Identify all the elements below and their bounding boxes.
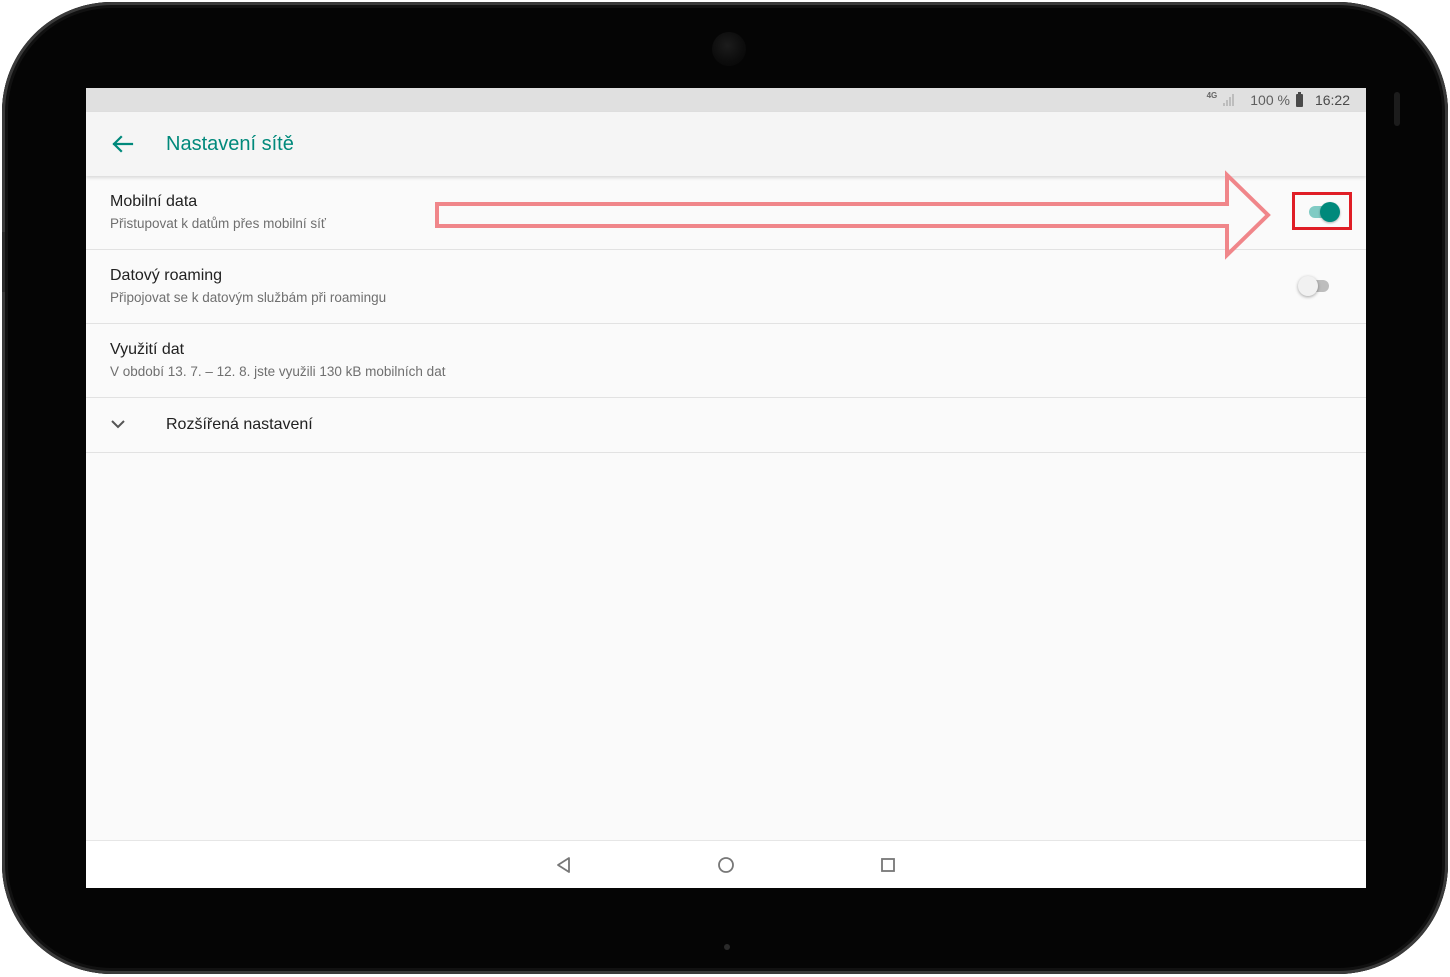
side-button <box>1394 92 1400 126</box>
advanced-settings[interactable]: Rozšířená nastavení <box>86 398 1366 453</box>
setting-summary: Připojovat se k datovým službám při roam… <box>110 290 387 305</box>
setting-title: Datový roaming <box>110 267 223 284</box>
setting-title: Mobilní data <box>110 193 198 210</box>
setting-summary: V období 13. 7. – 12. 8. jste využili 13… <box>110 364 446 379</box>
clock: 16:22 <box>1314 92 1350 108</box>
chevron-down-icon <box>111 420 125 429</box>
nav-home-icon[interactable] <box>714 853 738 877</box>
setting-data-usage[interactable]: Využití dat V období 13. 7. – 12. 8. jst… <box>86 324 1366 398</box>
battery-icon <box>1295 91 1303 107</box>
app-bar: Nastavení sítě <box>86 112 1366 176</box>
battery-percent: 100 % <box>1250 92 1290 108</box>
setting-title: Využití dat <box>110 341 185 358</box>
setting-summary: Přistupovat k datům přes mobilní síť <box>110 216 326 231</box>
status-indicators: 4G 100 % 16:22 <box>1206 90 1350 109</box>
front-camera <box>712 32 746 66</box>
data-roaming-toggle[interactable] <box>1298 274 1334 298</box>
frame-edge <box>2 232 5 292</box>
status-bar: 4G 100 % 16:22 <box>86 88 1366 112</box>
annotation-arrow <box>435 170 1271 260</box>
nav-back-icon[interactable] <box>552 853 576 877</box>
network-type: 4G <box>1206 90 1218 100</box>
annotation-highlight-box <box>1292 192 1352 230</box>
page-title: Nastavení sítě <box>166 133 294 155</box>
toggle-thumb <box>1298 276 1318 296</box>
nav-recents-icon[interactable] <box>876 853 900 877</box>
arrow-left-icon[interactable] <box>110 134 134 154</box>
setting-data-roaming[interactable]: Datový roaming Připojovat se k datovým s… <box>86 250 1366 324</box>
advanced-settings-label: Rozšířená nastavení <box>166 416 313 433</box>
frame-dot <box>724 944 730 950</box>
navigation-bar <box>86 840 1366 888</box>
signal-icon <box>1223 94 1235 106</box>
